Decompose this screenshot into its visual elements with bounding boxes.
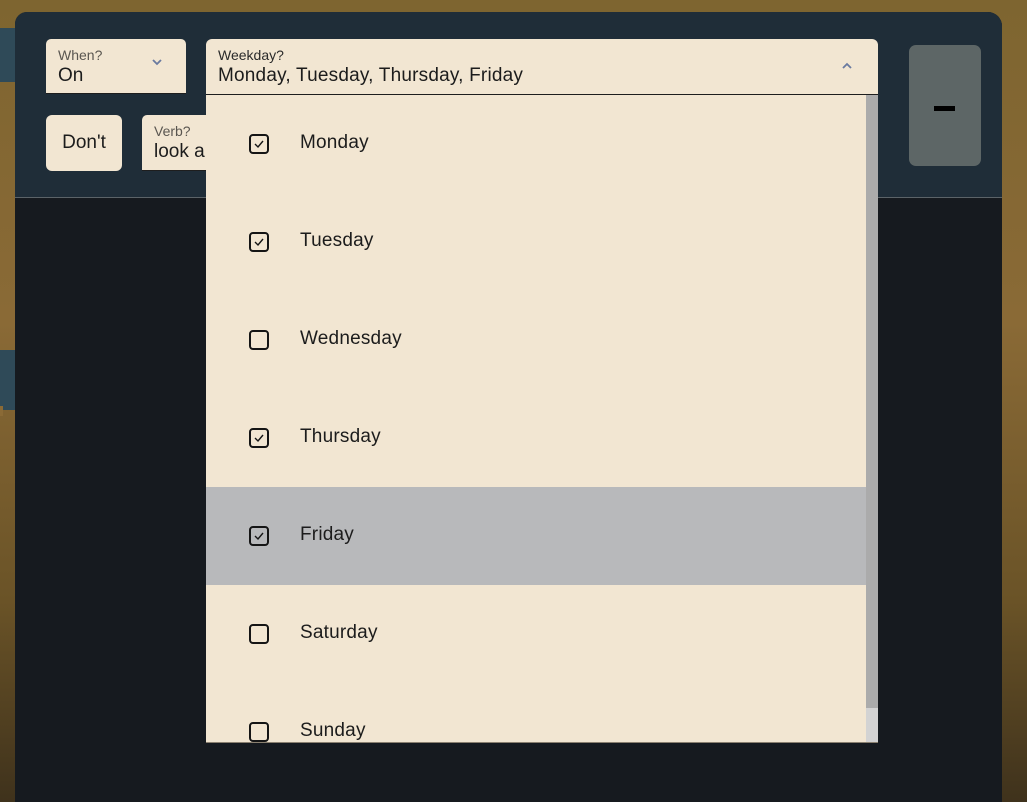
weekday-value: Monday, Tuesday, Thursday, Friday (218, 65, 524, 86)
scrollbar-thumb[interactable] (866, 95, 878, 708)
checkmark-icon (254, 140, 264, 149)
checkmark-icon (254, 238, 264, 247)
weekday-option-saturday[interactable]: Saturday (206, 585, 866, 683)
when-select[interactable]: When? On (46, 39, 186, 94)
when-value: On (58, 65, 84, 86)
weekday-select[interactable]: Weekday? Monday, Tuesday, Thursday, Frid… (206, 39, 878, 95)
option-label: Sunday (300, 720, 366, 741)
checkmark-icon (254, 532, 264, 541)
weekday-option-sunday[interactable]: Sunday (206, 683, 866, 742)
minus-icon (934, 106, 955, 111)
checkbox-unchecked[interactable] (249, 624, 269, 644)
checkbox-checked[interactable] (249, 134, 269, 154)
option-label: Tuesday (300, 230, 374, 251)
option-label: Monday (300, 132, 369, 153)
when-label: When? (58, 47, 103, 63)
option-label: Friday (300, 524, 354, 545)
checkmark-icon (254, 434, 264, 443)
weekday-label: Weekday? (218, 47, 284, 63)
verb-value: look a (154, 141, 205, 162)
checkbox-unchecked[interactable] (249, 330, 269, 350)
remove-rule-button[interactable] (909, 45, 981, 166)
weekday-option-tuesday[interactable]: Tuesday (206, 193, 866, 291)
option-label: Saturday (300, 622, 378, 643)
checkbox-checked[interactable] (249, 526, 269, 546)
checkbox-checked[interactable] (249, 428, 269, 448)
weekday-option-friday[interactable]: Friday (206, 487, 866, 585)
option-label: Thursday (300, 426, 381, 447)
checkbox-unchecked[interactable] (249, 722, 269, 742)
weekday-option-monday[interactable]: Monday (206, 95, 866, 193)
chevron-up-icon[interactable] (840, 59, 854, 73)
verb-label: Verb? (154, 123, 191, 139)
chevron-down-icon[interactable] (150, 55, 164, 69)
weekday-option-thursday[interactable]: Thursday (206, 389, 866, 487)
option-label: Wednesday (300, 328, 402, 349)
dont-button[interactable]: Don't (46, 115, 122, 171)
weekday-dropdown-list: Sunday Saturday Friday Thursday Wednesday Tue… (206, 95, 878, 743)
weekday-option-wednesday[interactable]: Wednesday (206, 291, 866, 389)
background-decoration (0, 28, 15, 82)
checkbox-checked[interactable] (249, 232, 269, 252)
background-decoration (0, 350, 15, 416)
